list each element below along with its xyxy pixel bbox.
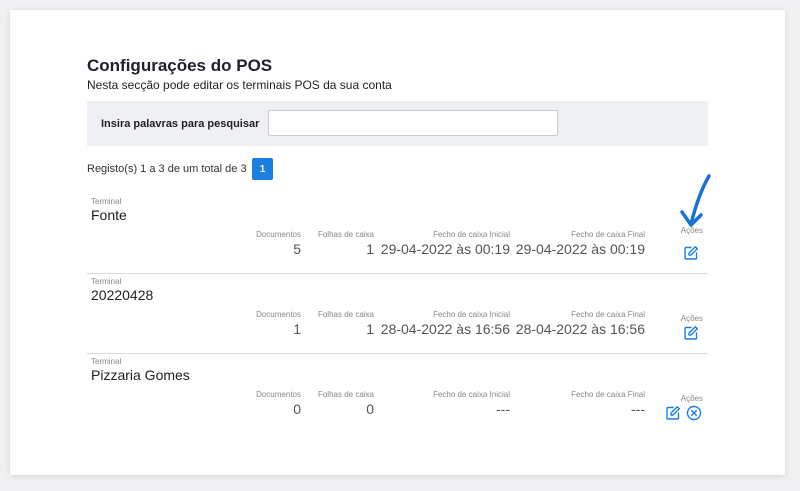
documentos-label: Documentos <box>256 230 301 239</box>
acoes-label: Ações <box>680 314 703 323</box>
terminal-name: Fonte <box>91 207 127 223</box>
page-title: Configurações do POS <box>87 56 273 75</box>
fecho-final-label: Fecho de caixa Final <box>571 230 645 239</box>
edit-icon[interactable] <box>683 245 699 261</box>
terminal-row: Terminal 20220428 Documentos 1 Folhas de… <box>87 273 708 354</box>
terminal-label: Terminal <box>91 357 122 366</box>
search-label: Insira palavras para pesquisar <box>101 118 260 130</box>
documentos-label: Documentos <box>256 310 301 319</box>
fecho-final-label: Fecho de caixa Final <box>571 310 645 319</box>
records-info: Registo(s) 1 a 3 de um total de 3 <box>87 163 247 175</box>
documentos-value: 5 <box>293 241 301 257</box>
folhas-value: 1 <box>366 321 374 337</box>
fecho-inicial-value: 28-04-2022 às 16:56 <box>380 321 510 337</box>
folhas-value: 0 <box>366 401 374 417</box>
search-panel: Insira palavras para pesquisar <box>87 101 708 146</box>
fecho-inicial-value: 29-04-2022 às 00:19 <box>380 241 510 257</box>
terminal-row: Terminal Pizzaria Gomes Documentos 0 Fol… <box>87 353 708 433</box>
fecho-final-label: Fecho de caixa Final <box>571 390 645 399</box>
annotation-arrow-icon <box>680 174 711 227</box>
search-input[interactable] <box>268 110 558 136</box>
delete-icon[interactable] <box>686 405 702 421</box>
fecho-final-value: 28-04-2022 às 16:56 <box>515 321 645 337</box>
documentos-value: 0 <box>293 401 301 417</box>
folhas-label: Folhas de caixa <box>317 390 374 399</box>
pagination-page-1[interactable]: 1 <box>252 158 273 180</box>
fecho-inicial-label: Fecho de caixa Inicial <box>433 390 510 399</box>
edit-icon[interactable] <box>665 405 681 421</box>
folhas-value: 1 <box>366 241 374 257</box>
folhas-label: Folhas de caixa <box>317 310 374 319</box>
fecho-final-value: 29-04-2022 às 00:19 <box>515 241 645 257</box>
page-subtitle: Nesta secção pode editar os terminais PO… <box>87 78 392 92</box>
fecho-final-value: --- <box>631 401 645 417</box>
edit-icon[interactable] <box>683 325 699 341</box>
documentos-label: Documentos <box>256 390 301 399</box>
fecho-inicial-label: Fecho de caixa Inicial <box>433 310 510 319</box>
terminal-name: 20220428 <box>91 287 154 303</box>
terminal-row: Terminal Fonte Documentos 5 Folhas de ca… <box>87 193 708 274</box>
terminal-name: Pizzaria Gomes <box>91 367 190 383</box>
terminal-label: Terminal <box>91 277 122 286</box>
fecho-inicial-value: --- <box>496 401 510 417</box>
documentos-value: 1 <box>293 321 301 337</box>
folhas-label: Folhas de caixa <box>317 230 374 239</box>
terminal-label: Terminal <box>91 197 122 206</box>
acoes-label: Ações <box>680 394 703 403</box>
fecho-inicial-label: Fecho de caixa Inicial <box>433 230 510 239</box>
